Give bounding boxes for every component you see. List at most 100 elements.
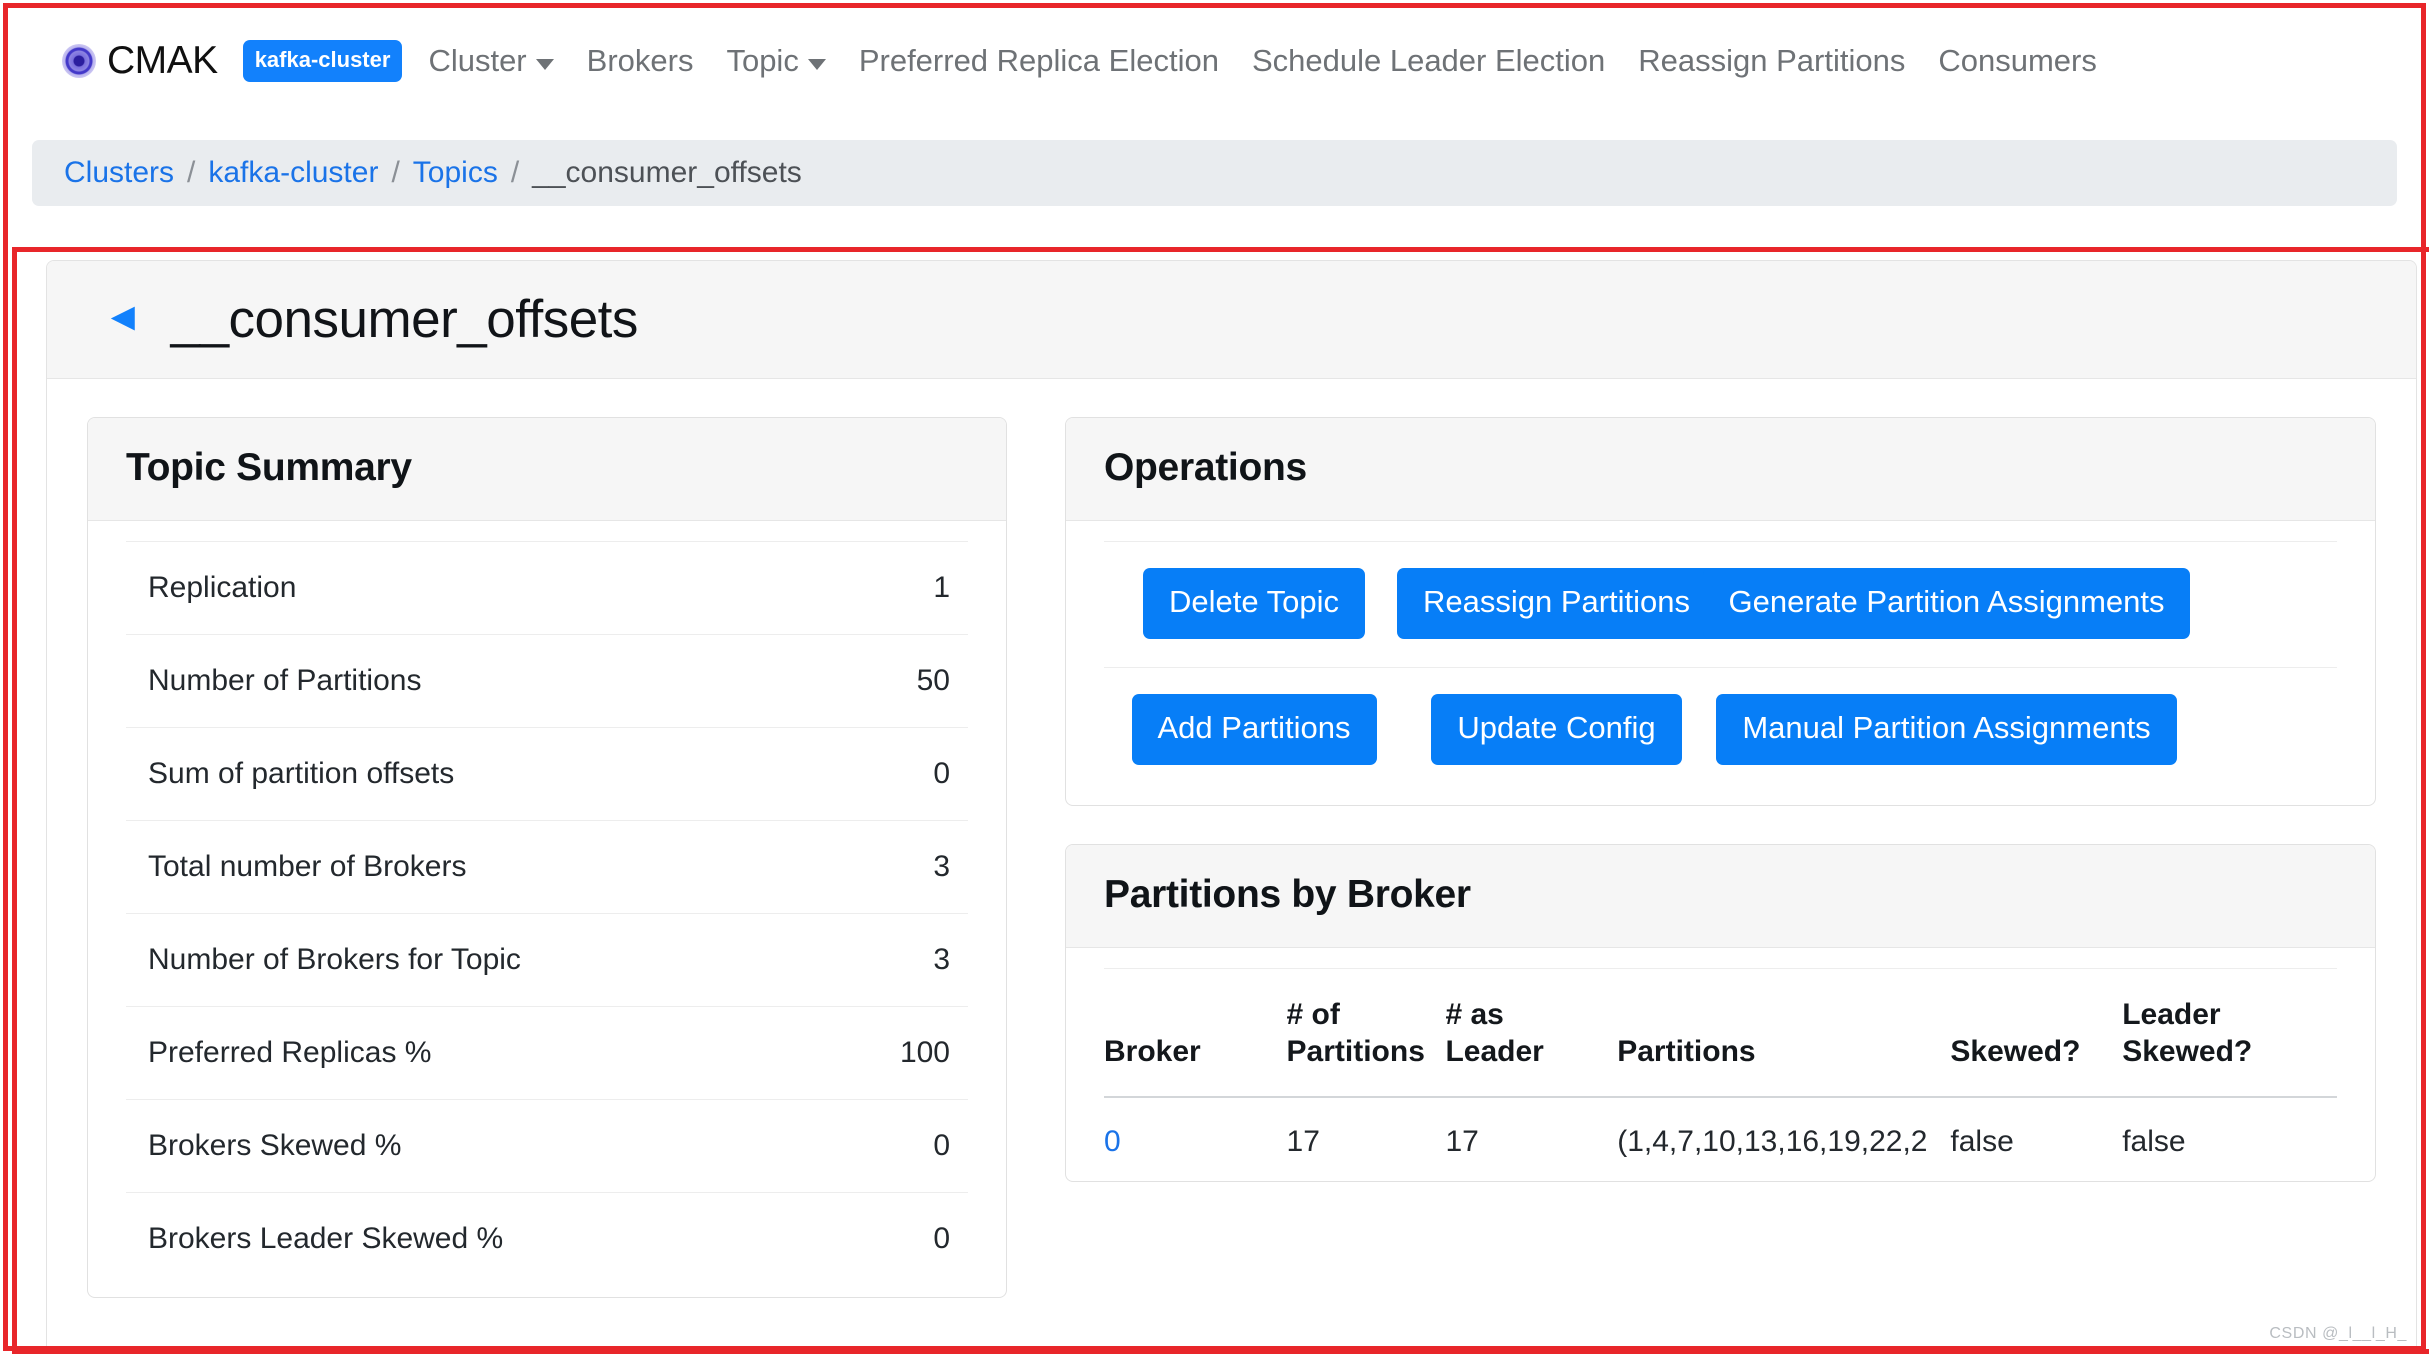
delete-topic-button[interactable]: Delete Topic [1142,568,1366,639]
cell-skewed: false [1950,1096,2123,1181]
summary-value: 0 [933,1222,950,1255]
right-column: Operations Delete Topic Reassign Partiti… [1065,417,2376,1298]
column-header-line2: Skewed? [1950,1034,2081,1068]
watermark: CSDN @_l__l_H_ [2269,1325,2407,1342]
reassign-partitions-button[interactable]: Reassign Partitions [1396,568,1717,639]
slot: Manual Partition Assignments [1709,694,2184,765]
broker-link[interactable]: 0 [1104,1125,1121,1158]
column-header-num-as-leader[interactable]: # as Leader [1445,968,1618,1098]
summary-value: 0 [933,757,950,790]
column-header-num-partitions[interactable]: # of Partitions [1286,968,1446,1098]
column-header-line1: Leader [2122,998,2221,1031]
nav-item-topic[interactable]: Topic [726,43,826,79]
manual-partition-assignments-button[interactable]: Manual Partition Assignments [1716,694,2177,765]
column-header-line1: # of [1286,998,1340,1031]
column-header-line2: Broker [1104,1034,1201,1068]
nav-item-consumers-label: Consumers [1938,43,2097,78]
nav-item-cluster-label: Cluster [428,43,527,78]
partitions-by-broker-header: Partitions by Broker [1066,845,2375,948]
column-header-line2: Leader [1445,1034,1544,1068]
cell-num-as-leader: 17 [1445,1096,1618,1181]
partitions-by-broker-table: Broker # of Partitions # as Leader Parti… [1104,968,2337,1181]
nav-item-schedule-leader-election-label: Schedule Leader Election [1251,43,1606,78]
summary-row-total-number-of-brokers: Total number of Brokers 3 [126,820,968,913]
column-header-line2: Skewed? [2122,1034,2253,1068]
summary-row-replication: Replication 1 [126,541,968,634]
chevron-down-icon [807,58,826,70]
brand-name[interactable]: CMAK [107,39,218,83]
summary-label: Number of Brokers for Topic [148,943,521,976]
summary-value: 50 [916,664,950,697]
summary-label: Preferred Replicas % [148,1036,432,1069]
nav-item-consumers[interactable]: Consumers [1938,43,2097,79]
topic-summary-body: Replication 1 Number of Partitions 50 Su… [88,521,1006,1297]
breadcrumb-item-kafka-cluster[interactable]: kafka-cluster [208,156,378,190]
nav-item-schedule-leader-election[interactable]: Schedule Leader Election [1252,43,1605,79]
cluster-badge[interactable]: kafka-cluster [242,40,403,82]
update-config-button[interactable]: Update Config [1431,694,1682,765]
chevron-down-icon [535,58,554,70]
operations-button-row-1: Delete Topic Reassign Partitions Generat… [1104,541,2337,639]
cell-partitions: (1,4,7,10,13,16,19,22,2 [1617,1096,1951,1181]
summary-value: 3 [933,943,950,976]
table-header-row: Broker # of Partitions # as Leader Parti… [1104,968,2337,1098]
breadcrumb-separator: / [391,156,400,189]
column-header-leader-skewed[interactable]: Leader Skewed? [2122,968,2337,1098]
add-partitions-button[interactable]: Add Partitions [1131,694,1377,765]
nav-item-preferred-replica-election-label: Preferred Replica Election [858,43,1219,78]
column-header-partitions[interactable]: Partitions [1617,968,1951,1098]
table-body: 0 17 17 (1,4,7,10,13,16,19,22,2 false fa… [1104,1096,2337,1181]
summary-value: 1 [933,571,950,604]
nav-item-preferred-replica-election[interactable]: Preferred Replica Election [859,43,1219,79]
operations-panel: Operations Delete Topic Reassign Partiti… [1065,417,2376,806]
operations-body: Delete Topic Reassign Partitions Generat… [1066,521,2375,805]
topic-summary-title: Topic Summary [126,446,412,489]
slot: Reassign Partitions [1396,568,1717,639]
summary-row-number-of-partitions: Number of Partitions 50 [126,634,968,727]
page-title: __consumer_offsets [170,290,639,349]
column-header-line1: # as [1445,998,1504,1031]
slot: Generate Partition Assignments [1702,568,2191,639]
card-header: ◄ __consumer_offsets [47,261,2416,379]
nav-item-brokers[interactable]: Brokers [587,43,694,79]
column-header-skewed[interactable]: Skewed? [1950,968,2123,1098]
card-body: Topic Summary Replication 1 Number of Pa… [47,379,2416,1298]
nav-item-reassign-partitions[interactable]: Reassign Partitions [1638,43,1905,79]
summary-label: Brokers Skewed % [148,1129,402,1162]
column-header-broker[interactable]: Broker [1104,968,1287,1098]
summary-label: Total number of Brokers [148,850,467,883]
operations-button-row-2: Add Partitions Update Config Manual Part… [1104,667,2337,765]
navbar-inner: CMAK kafka-cluster Cluster Brokers Topic… [62,39,2097,83]
nav-item-reassign-partitions-label: Reassign Partitions [1638,43,1906,78]
summary-value: 0 [933,1129,950,1162]
generate-partition-assignments-button[interactable]: Generate Partition Assignments [1702,568,2191,639]
cell-num-partitions: 17 [1286,1096,1446,1181]
breadcrumb-separator: / [187,156,196,189]
summary-label: Number of Partitions [148,664,422,697]
nav-item-brokers-label: Brokers [586,43,694,78]
summary-row-sum-of-partition-offsets: Sum of partition offsets 0 [126,727,968,820]
breadcrumb-item-topics[interactable]: Topics [413,156,498,190]
cell-leader-skewed: false [2122,1096,2337,1181]
partitions-by-broker-title: Partitions by Broker [1104,873,1471,916]
cell-broker: 0 [1104,1096,1287,1181]
back-arrow-icon[interactable]: ◄ [103,297,143,337]
column-header-line2: Partitions [1617,1034,1756,1068]
summary-label: Replication [148,571,297,604]
cmak-logo-icon [62,44,96,78]
partitions-by-broker-body: Broker # of Partitions # as Leader Parti… [1066,948,2375,1181]
column-header-line2: Partitions [1286,1034,1425,1068]
breadcrumb: Clusters / kafka-cluster / Topics / __co… [32,140,2397,206]
topic-summary-header: Topic Summary [88,418,1006,521]
breadcrumb-item-clusters[interactable]: Clusters [64,156,174,190]
topic-summary-panel: Topic Summary Replication 1 Number of Pa… [87,417,1007,1298]
summary-label: Brokers Leader Skewed % [148,1222,504,1255]
partitions-by-broker-panel: Partitions by Broker Broker # of Partiti… [1065,844,2376,1182]
breadcrumb-item-current: __consumer_offsets [532,156,802,189]
topic-detail-card: ◄ __consumer_offsets Topic Summary Repli… [46,260,2417,1354]
slot: Delete Topic [1104,568,1404,639]
operations-title: Operations [1104,446,1307,489]
operations-header: Operations [1066,418,2375,521]
nav-item-cluster[interactable]: Cluster [428,43,554,79]
slot: Add Partitions [1104,694,1404,765]
